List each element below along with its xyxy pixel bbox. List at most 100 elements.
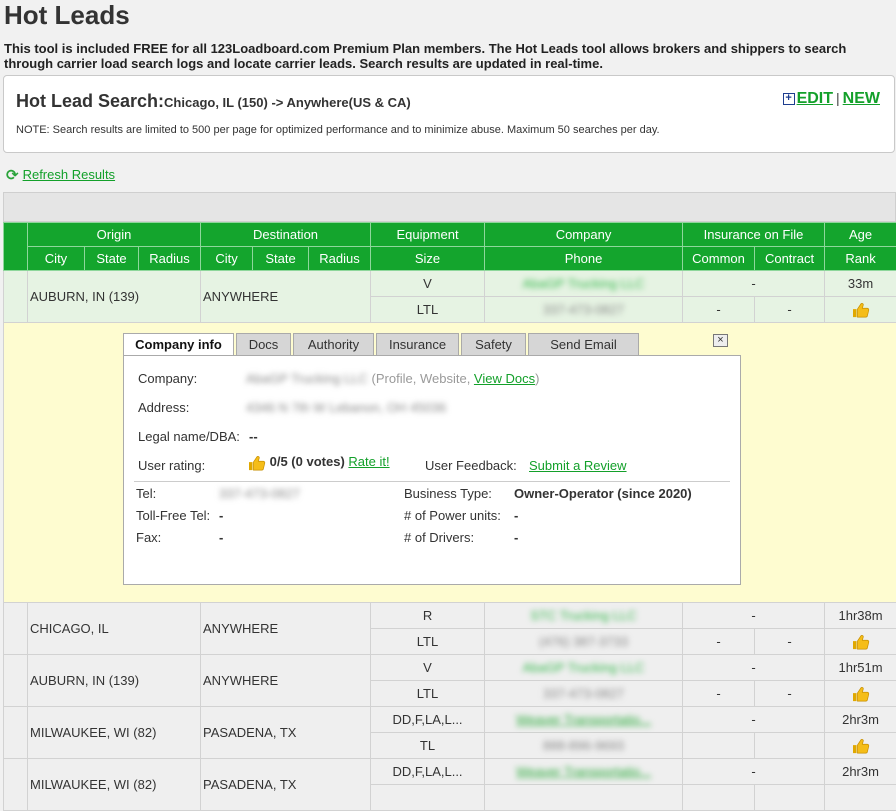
search-label: Hot Lead Search:: [16, 91, 164, 111]
action-separator: |: [836, 90, 840, 106]
rank-cell[interactable]: [825, 733, 896, 759]
plus-icon[interactable]: +: [783, 93, 795, 105]
destination-cell: ANYWHERE: [201, 271, 371, 323]
age-cell: 2hr3m: [825, 707, 896, 733]
divider: [134, 481, 730, 482]
header-equipment[interactable]: Equipment: [371, 223, 485, 247]
submit-review-link[interactable]: Submit a Review: [529, 458, 627, 473]
subheader-phone[interactable]: Phone: [485, 247, 683, 271]
subheader-dest-radius[interactable]: Radius: [309, 247, 371, 271]
tab-company-info[interactable]: Company info: [123, 333, 234, 356]
row-expander[interactable]: [4, 603, 28, 655]
tab-send-email[interactable]: Send Email: [528, 333, 639, 356]
table-row[interactable]: AUBURN, IN (139) ANYWHERE V AbaGP Trucki…: [4, 271, 896, 297]
contract-cell: [755, 785, 825, 811]
thumbs-up-icon[interactable]: [852, 686, 870, 702]
subheader-origin-state[interactable]: State: [85, 247, 139, 271]
tab-safety[interactable]: Safety: [461, 333, 526, 356]
edit-link[interactable]: EDIT: [797, 90, 833, 107]
company-value-group: AbaGP Trucking LLC (Profile, Website, Vi…: [246, 371, 539, 386]
origin-cell: MILWAUKEE, WI (82): [28, 707, 201, 759]
header-company[interactable]: Company: [485, 223, 683, 247]
company-cell[interactable]: AbaGP Trucking LLC: [485, 271, 683, 297]
common-cell: -: [683, 681, 755, 707]
page-title: Hot Leads: [4, 0, 130, 31]
tab-authority[interactable]: Authority: [293, 333, 374, 356]
legal-name-value: --: [249, 429, 258, 444]
close-icon[interactable]: ×: [713, 334, 728, 347]
rank-cell[interactable]: [825, 681, 896, 707]
company-cell[interactable]: Weaver Transportatio...: [485, 707, 683, 733]
origin-cell: AUBURN, IN (139): [28, 271, 201, 323]
equipment-cell: DD,F,LA,L...: [371, 759, 485, 785]
subheader-common[interactable]: Common: [683, 247, 755, 271]
rank-cell[interactable]: [825, 297, 896, 323]
subheader-origin-radius[interactable]: Radius: [139, 247, 201, 271]
destination-cell: PASADENA, TX: [201, 707, 371, 759]
user-rating-label: User rating:: [138, 458, 205, 473]
size-cell: [371, 785, 485, 811]
header-origin[interactable]: Origin: [28, 223, 201, 247]
table-row[interactable]: CHICAGO, IL ANYWHERE R STC Trucking LLC …: [4, 603, 896, 629]
row-expander[interactable]: [4, 271, 28, 323]
subheader-dest-state[interactable]: State: [253, 247, 309, 271]
subheader-size[interactable]: Size: [371, 247, 485, 271]
address-value: 4346 N 7th W Lebanon, OH 45036: [246, 400, 446, 415]
search-note: NOTE: Search results are limited to 500 …: [16, 124, 660, 136]
subheader-rank[interactable]: Rank: [825, 247, 896, 271]
rank-cell: [825, 785, 896, 811]
thumbs-up-icon[interactable]: [852, 738, 870, 754]
equipment-cell: V: [371, 271, 485, 297]
phone-cell: (476) 387-3733: [485, 629, 683, 655]
contract-cell: [755, 733, 825, 759]
row-expander[interactable]: [4, 707, 28, 759]
thumbs-up-icon[interactable]: [852, 302, 870, 318]
tel-value: 337-473-0827: [219, 486, 300, 501]
rank-cell[interactable]: [825, 629, 896, 655]
header-destination[interactable]: Destination: [201, 223, 371, 247]
age-cell: 2hr3m: [825, 759, 896, 785]
profile-link[interactable]: Profile: [376, 371, 413, 386]
origin-cell: CHICAGO, IL: [28, 603, 201, 655]
address-label: Address:: [138, 400, 189, 415]
company-cell[interactable]: STC Trucking LLC: [485, 603, 683, 629]
table-row[interactable]: AUBURN, IN (139) ANYWHERE V AbaGP Trucki…: [4, 655, 896, 681]
subheader-contract[interactable]: Contract: [755, 247, 825, 271]
contract-cell: -: [755, 297, 825, 323]
size-cell: LTL: [371, 629, 485, 655]
tab-insurance[interactable]: Insurance: [376, 333, 459, 356]
fax-label: Fax:: [136, 530, 161, 545]
insurance-cell: -: [683, 603, 825, 629]
subheader-dest-city[interactable]: City: [201, 247, 253, 271]
table-row[interactable]: MILWAUKEE, WI (82) PASADENA, TX DD,F,LA,…: [4, 707, 896, 733]
company-cell[interactable]: Weaver Transportatio...: [485, 759, 683, 785]
fax-value: -: [219, 530, 223, 545]
legal-name-label: Legal name/DBA:: [138, 429, 240, 444]
header-insurance[interactable]: Insurance on File: [683, 223, 825, 247]
header-sub-row: City State Radius City State Radius Size…: [4, 247, 896, 271]
origin-cell: AUBURN, IN (139): [28, 655, 201, 707]
header-age[interactable]: Age: [825, 223, 896, 247]
common-cell: -: [683, 297, 755, 323]
refresh-icon[interactable]: ⟳: [6, 166, 19, 184]
search-summary-box: Hot Lead Search:Chicago, IL (150) -> Any…: [3, 75, 895, 153]
thumbs-up-icon[interactable]: [852, 634, 870, 650]
table-row[interactable]: MILWAUKEE, WI (82) PASADENA, TX DD,F,LA,…: [4, 759, 896, 785]
subheader-origin-city[interactable]: City: [28, 247, 85, 271]
row-expander[interactable]: [4, 759, 28, 811]
drivers-value: -: [514, 530, 518, 545]
row-expander[interactable]: [4, 655, 28, 707]
rate-it-link[interactable]: Rate it!: [348, 454, 389, 469]
insurance-cell: -: [683, 707, 825, 733]
view-docs-link[interactable]: View Docs: [474, 371, 535, 386]
destination-cell: PASADENA, TX: [201, 759, 371, 811]
rating-group: 0/5 (0 votes) Rate it!: [248, 454, 390, 471]
phone-cell: 337-473-0827: [485, 297, 683, 323]
new-link[interactable]: NEW: [843, 90, 880, 107]
power-units-value: -: [514, 508, 518, 523]
company-cell[interactable]: AbaGP Trucking LLC: [485, 655, 683, 681]
website-link[interactable]: Website: [420, 371, 467, 386]
tab-docs[interactable]: Docs: [236, 333, 291, 356]
toll-free-label: Toll-Free Tel:: [136, 508, 210, 523]
refresh-results-link[interactable]: Refresh Results: [23, 167, 115, 182]
